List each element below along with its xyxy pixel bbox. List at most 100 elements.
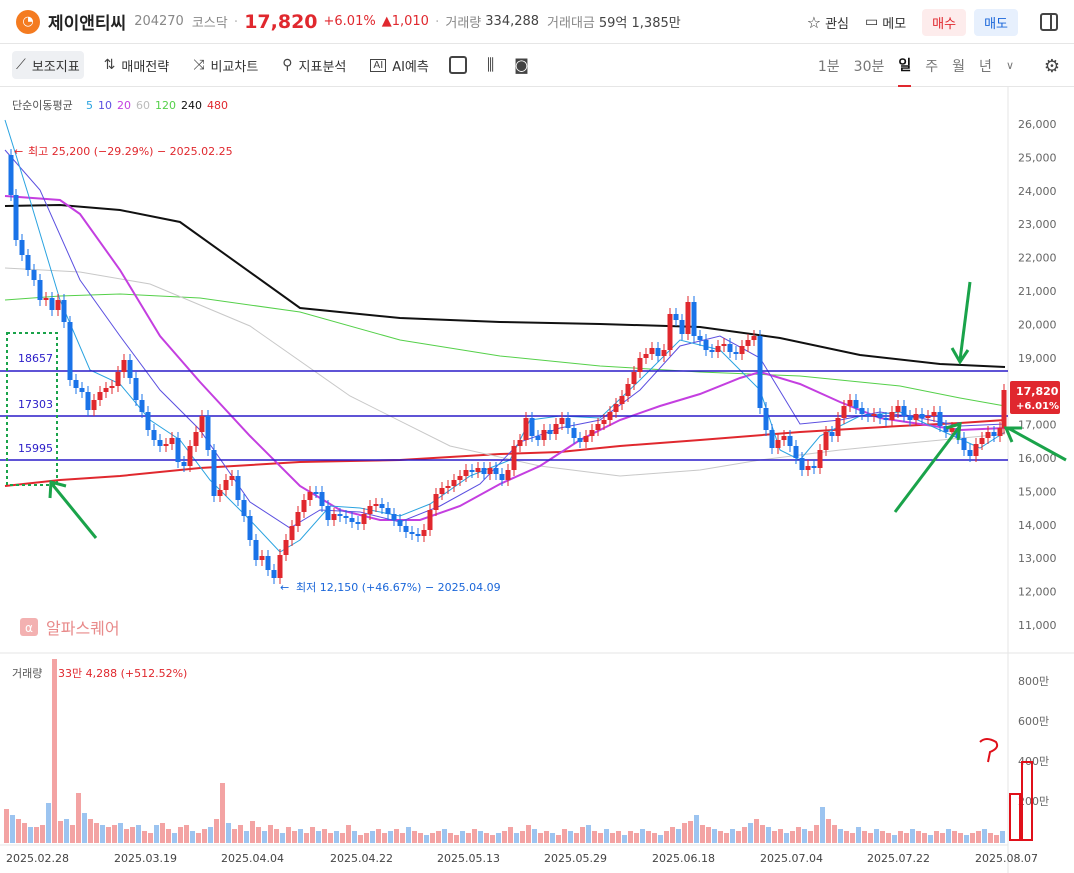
candle-analysis-icon: ⚲ — [282, 57, 293, 73]
tool-strategy[interactable]: ⇅ 매매전략 — [100, 51, 174, 79]
volume-bar — [430, 833, 435, 843]
volume-bar — [520, 831, 525, 843]
candle-body — [229, 476, 235, 480]
volume-bar — [166, 829, 171, 843]
candle-body — [433, 494, 439, 510]
volume-bar — [352, 831, 357, 843]
candle-body — [1001, 390, 1007, 428]
tool-analysis[interactable]: ⚲ 지표분석 — [278, 51, 350, 79]
candle-body — [385, 508, 391, 514]
candle-body — [37, 280, 43, 300]
candle-body — [187, 446, 193, 466]
period-month[interactable]: 월 — [952, 44, 965, 87]
tool-ai-predict[interactable]: AI AI예측 — [366, 51, 432, 79]
candle-body — [607, 412, 613, 420]
candle-body — [211, 450, 217, 496]
candle-body — [445, 486, 451, 488]
high-marker-arrow: ← — [14, 145, 23, 158]
candle-body — [997, 428, 1003, 436]
volume-tick-label: 600만 — [1018, 715, 1049, 728]
volume-bar — [1000, 831, 1005, 843]
volume-bar — [874, 829, 879, 843]
candle-body — [889, 412, 895, 420]
gear-icon[interactable]: ⚙ — [1044, 56, 1060, 77]
candle-body — [715, 346, 721, 352]
volume-bar — [652, 833, 657, 843]
candle-body — [373, 504, 379, 506]
stock-name: 제이앤티씨 — [48, 14, 127, 34]
volume-bar — [148, 833, 153, 843]
period-day[interactable]: 일 — [898, 44, 912, 87]
candle-body — [661, 350, 667, 356]
volume-bar — [700, 825, 705, 843]
volume-bar — [412, 831, 417, 843]
period-year[interactable]: 년 — [979, 44, 992, 87]
volume-bar — [616, 831, 621, 843]
candle-body — [685, 302, 691, 334]
candle-body — [499, 474, 505, 480]
volume-bar — [256, 827, 261, 843]
camera-icon[interactable]: ◙ — [514, 56, 529, 74]
candle-body — [289, 526, 295, 540]
candle-body — [511, 446, 517, 470]
candle-body — [475, 468, 481, 472]
candle-body — [421, 530, 427, 536]
volume-bar — [940, 833, 945, 843]
alpha-glyph: α — [25, 621, 33, 635]
volume-bar — [346, 825, 351, 843]
candle-body — [979, 438, 985, 444]
volume-bar — [280, 833, 285, 843]
volume-bar — [490, 835, 495, 843]
period-week[interactable]: 주 — [925, 44, 938, 87]
volume-bar — [142, 831, 147, 843]
chevron-down-icon[interactable]: ∨ — [1006, 44, 1014, 87]
period-1min[interactable]: 1분 — [818, 44, 840, 87]
tool-compare[interactable]: ⤨ 비교차트 — [189, 51, 262, 79]
buy-button[interactable]: 매수 — [922, 8, 967, 36]
candle-body — [8, 155, 14, 195]
volume-bar — [358, 835, 363, 843]
volume-bar — [46, 803, 51, 843]
volume-bar — [802, 829, 807, 843]
price-chart[interactable]: 단순이동평균 5 10 20 60 120 240 480 26,000 25,000 24,0… — [0, 87, 1074, 873]
candle-body — [817, 450, 823, 468]
tool-indicators[interactable]: ⟋ 보조지표 — [12, 51, 84, 79]
candle-body — [967, 450, 973, 456]
candle-body — [493, 468, 499, 474]
period-30min[interactable]: 30분 — [854, 44, 885, 87]
volume-bar — [586, 825, 591, 843]
indicator-icon: ⟋ — [16, 57, 26, 73]
candle-body — [991, 432, 997, 436]
y-tick-label: 17,000 — [1018, 419, 1057, 432]
volume-bar — [946, 829, 951, 843]
volume-bar — [436, 831, 441, 843]
ai-chip-icon: AI — [370, 58, 387, 72]
candle-body — [517, 440, 523, 446]
drawing-box-icon[interactable] — [448, 56, 467, 74]
candle-body — [913, 414, 919, 420]
volume-bar — [250, 821, 255, 843]
volume-bar — [886, 833, 891, 843]
candle-type-icon[interactable]: ⫼ — [487, 55, 494, 75]
candle-body — [343, 516, 349, 518]
volume-bar — [622, 835, 627, 843]
candle-body — [673, 314, 679, 320]
candle-body — [253, 540, 259, 560]
side-panel-icon[interactable] — [1040, 13, 1058, 31]
volume-bar — [160, 823, 165, 843]
ma-legend-480: 480 — [207, 99, 228, 112]
volume-bar — [682, 823, 687, 843]
candle-body — [271, 570, 277, 578]
volume-bar — [550, 833, 555, 843]
candle-body — [415, 534, 421, 536]
candle-body — [115, 372, 121, 386]
volume-bar — [982, 829, 987, 843]
memo-button[interactable]: ▭ 메모 — [865, 13, 906, 32]
candle-body — [805, 466, 811, 470]
watch-button[interactable]: ☆ 관심 — [807, 13, 849, 32]
volume-bar — [820, 807, 825, 843]
sell-button[interactable]: 매도 — [974, 8, 1018, 36]
candle-body — [241, 500, 247, 516]
ma-legend-20: 20 — [117, 99, 131, 112]
volume-bar — [16, 819, 21, 843]
